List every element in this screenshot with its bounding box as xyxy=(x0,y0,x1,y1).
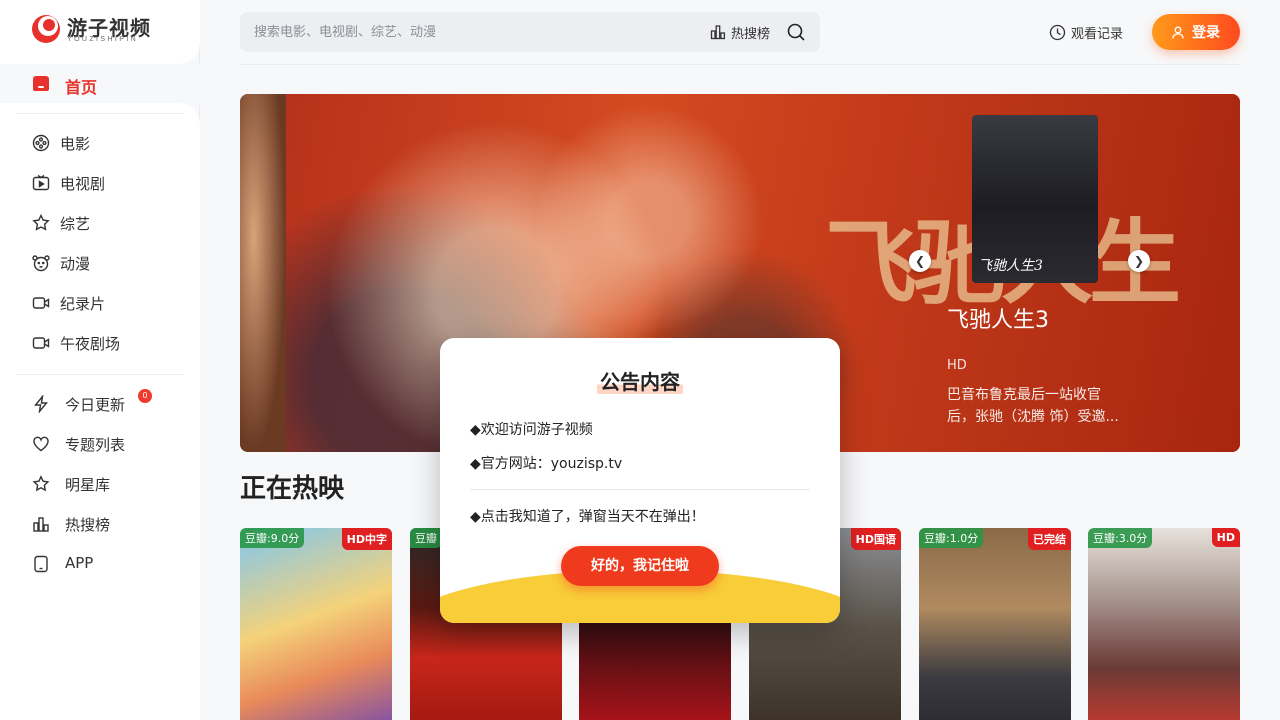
divider xyxy=(470,489,810,490)
sidebar: 游子视频 YOUZISHIPIN 首页 电影 电视剧 综艺 动漫 纪录片 午夜剧… xyxy=(0,0,200,720)
sidebar-item-home[interactable]: 首页 xyxy=(0,64,200,104)
quality-tag: HD xyxy=(1211,528,1240,547)
section-title: 正在热映 xyxy=(240,474,345,504)
sidebar-nav: 电影 电视剧 综艺 动漫 纪录片 午夜剧场 今日更新 0 专题列表 明星库 热搜… xyxy=(0,103,200,720)
search-bar: 热搜榜 xyxy=(240,12,820,52)
watch-history-label: 观看记录 xyxy=(1071,26,1124,42)
carousel-next-button[interactable]: ❯ xyxy=(1128,250,1150,272)
user-icon xyxy=(1172,26,1184,39)
modal-line-welcome: ◆欢迎访问游子视频 xyxy=(470,422,593,438)
sidebar-item-label: 电影 xyxy=(60,135,91,153)
bar-chart-icon xyxy=(33,517,49,532)
sidebar-item-label: 纪录片 xyxy=(60,295,106,313)
sidebar-item-hot-list[interactable]: 热搜榜 xyxy=(0,507,200,541)
bar-chart-icon xyxy=(710,25,726,40)
sidebar-item-documentary[interactable]: 纪录片 xyxy=(0,286,200,320)
banner-quality: HD xyxy=(947,358,967,373)
movie-card[interactable]: 豆瓣:9.0分 HD中字 xyxy=(240,528,392,720)
sidebar-item-midnight-theater[interactable]: 午夜剧场 xyxy=(0,326,200,360)
watch-history-button[interactable]: 观看记录 xyxy=(1049,22,1123,42)
sidebar-item-label: 热搜榜 xyxy=(65,516,111,534)
sidebar-item-app[interactable]: APP xyxy=(0,547,200,581)
quality-tag: HD中字 xyxy=(341,528,392,550)
search-input[interactable] xyxy=(254,12,694,52)
carousel-prev-button[interactable]: ❮ xyxy=(909,250,931,272)
sidebar-item-stars[interactable]: 明星库 xyxy=(0,467,200,501)
announcement-modal: 公告内容 ◆欢迎访问游子视频 ◆官方网站：youzisp.tv ◆点击我知道了，… xyxy=(440,338,840,623)
sidebar-item-label: 电视剧 xyxy=(60,175,106,193)
sidebar-item-tv[interactable]: 电视剧 xyxy=(0,166,200,200)
quality-tag: HD国语 xyxy=(850,528,901,550)
poster-title: 飞驰人生3 xyxy=(978,258,1043,274)
update-count-badge: 0 xyxy=(138,389,152,403)
douban-score: 豆瓣:9.0分 xyxy=(240,528,305,548)
douban-score: 豆瓣:1.0分 xyxy=(919,528,984,548)
modal-title-text: 公告内容 xyxy=(597,370,683,394)
douban-score: 豆瓣 xyxy=(410,528,442,548)
video-camera-icon xyxy=(32,337,50,349)
clock-icon xyxy=(1049,24,1066,40)
banner-title[interactable]: 飞驰人生3 xyxy=(947,302,1049,334)
douban-score: 豆瓣:3.0分 xyxy=(1088,528,1153,548)
sidebar-item-topics[interactable]: 专题列表 xyxy=(0,427,200,461)
sidebar-item-label: 今日更新 xyxy=(65,396,126,414)
lightning-icon xyxy=(34,395,48,413)
login-label: 登录 xyxy=(1192,25,1220,41)
sidebar-item-label: 午夜剧场 xyxy=(60,335,121,353)
star-outline-icon xyxy=(32,214,50,231)
home-icon xyxy=(33,76,49,91)
tv-icon xyxy=(32,174,50,191)
sidebar-item-today-update[interactable]: 今日更新 0 xyxy=(0,387,200,421)
sidebar-item-movie[interactable]: 电影 xyxy=(0,126,200,160)
modal-title: 公告内容 xyxy=(440,366,840,395)
sidebar-item-label: 综艺 xyxy=(60,215,91,233)
star-icon xyxy=(32,475,50,492)
sidebar-item-label: 专题列表 xyxy=(65,436,126,454)
movie-card[interactable]: 豆瓣:3.0分 HD xyxy=(1088,528,1240,720)
hot-search-label: 热搜榜 xyxy=(731,26,771,42)
heart-icon xyxy=(33,436,49,452)
confirm-button[interactable]: 好的，我记住啦 xyxy=(561,546,719,586)
film-reel-icon xyxy=(32,134,50,152)
sidebar-item-variety[interactable]: 综艺 xyxy=(0,206,200,240)
logo-icon xyxy=(32,15,60,43)
banner-prev-slide-image xyxy=(240,94,286,452)
hot-search-button[interactable]: 热搜榜 xyxy=(710,21,770,43)
quality-tag: 已完结 xyxy=(1028,528,1071,550)
logo-subtitle: YOUZISHIPIN xyxy=(67,36,139,43)
sidebar-item-label: 首页 xyxy=(65,78,98,97)
modal-line-website: ◆官方网站：youzisp.tv xyxy=(470,456,623,472)
divider xyxy=(16,374,184,375)
divider xyxy=(16,113,184,114)
search-icon[interactable] xyxy=(786,22,806,42)
logo-area[interactable]: 游子视频 YOUZISHIPIN xyxy=(0,0,200,64)
divider xyxy=(240,64,1240,65)
video-camera-icon xyxy=(32,297,50,309)
movie-card[interactable]: 豆瓣:1.0分 已完结 xyxy=(919,528,1071,720)
sidebar-item-anime[interactable]: 动漫 xyxy=(0,246,200,280)
sidebar-item-label: APP xyxy=(65,554,94,572)
login-button[interactable]: 登录 xyxy=(1152,14,1240,50)
sidebar-item-label: 明星库 xyxy=(65,476,111,494)
banner-description: 巴音布鲁克最后一站收官后，张驰（沈腾 饰）受邀... xyxy=(947,387,1119,425)
banner-poster[interactable]: 飞驰人生3 xyxy=(972,115,1098,283)
bear-face-icon xyxy=(32,255,50,272)
modal-line-notice: ◆点击我知道了，弹窗当天不在弹出！ xyxy=(470,509,705,525)
sidebar-item-label: 动漫 xyxy=(60,255,91,273)
phone-icon xyxy=(34,555,48,573)
